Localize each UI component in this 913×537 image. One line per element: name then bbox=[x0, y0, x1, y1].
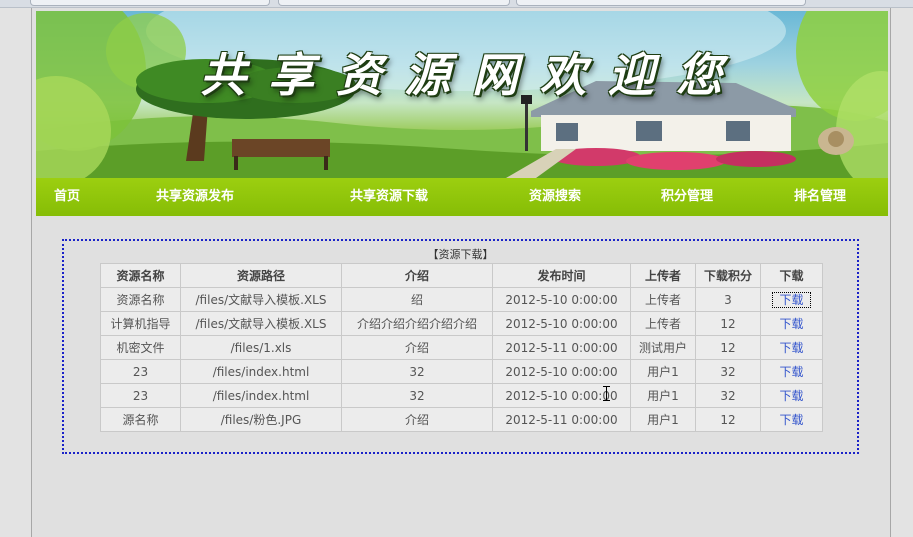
cell-uploader: 用户1 bbox=[630, 407, 696, 432]
text-cursor-icon bbox=[603, 386, 611, 401]
cell-name: 23 bbox=[100, 359, 181, 384]
cell-path: /files/粉色.JPG bbox=[180, 407, 342, 432]
cell-time: 2012-5-11 0:00:00 bbox=[492, 407, 631, 432]
cell-time: 2012-5-11 0:00:00 bbox=[492, 335, 631, 360]
cell-uploader: 用户1 bbox=[630, 359, 696, 384]
table-row: 机密文件 /files/1.xls 介绍 2012-5-11 0:00:00 测… bbox=[100, 335, 823, 360]
header-download: 下载 bbox=[760, 263, 823, 288]
download-link[interactable]: 下载 bbox=[779, 365, 803, 379]
download-link[interactable]: 下载 bbox=[772, 292, 811, 308]
cell-uploader: 用户1 bbox=[630, 383, 696, 408]
table-row: 源名称 /files/粉色.JPG 介绍 2012-5-11 0:00:00 用… bbox=[100, 407, 823, 432]
nav-resource-search[interactable]: 资源搜索 bbox=[529, 178, 581, 216]
cell-name: 计算机指导 bbox=[100, 311, 181, 336]
browser-tab[interactable] bbox=[278, 0, 510, 6]
cell-path: /files/1.xls bbox=[180, 335, 342, 360]
header-publish-time: 发布时间 bbox=[492, 263, 631, 288]
browser-tab-strip bbox=[0, 0, 913, 8]
header-resource-path: 资源路径 bbox=[180, 263, 342, 288]
cell-uploader: 上传者 bbox=[630, 287, 696, 312]
cell-points: 32 bbox=[695, 359, 761, 384]
header-intro: 介绍 bbox=[341, 263, 493, 288]
cell-uploader: 测试用户 bbox=[630, 335, 696, 360]
header-resource-name: 资源名称 bbox=[100, 263, 181, 288]
main-navbar: 首页 共享资源发布 共享资源下载 资源搜索 积分管理 排名管理 bbox=[36, 178, 888, 216]
site-banner: 共享资源网欢迎您 bbox=[36, 11, 888, 178]
panel-title: 【资源下载】 bbox=[427, 248, 494, 261]
cell-name: 源名称 bbox=[100, 407, 181, 432]
nav-resource-publish[interactable]: 共享资源发布 bbox=[156, 178, 234, 216]
table-row: 计算机指导 /files/文献导入模板.XLS 介绍介绍介绍介绍介绍 2012-… bbox=[100, 311, 823, 336]
cell-download: 下载 bbox=[760, 359, 823, 384]
cell-time: 2012-5-10 0:00:00 bbox=[492, 287, 631, 312]
cell-points: 12 bbox=[695, 335, 761, 360]
table-header-row: 资源名称 资源路径 介绍 发布时间 上传者 下载积分 下载 bbox=[100, 263, 823, 288]
header-download-points: 下载积分 bbox=[695, 263, 761, 288]
cell-path: /files/index.html bbox=[180, 383, 342, 408]
nav-points-management[interactable]: 积分管理 bbox=[661, 178, 713, 216]
cell-points: 12 bbox=[695, 311, 761, 336]
banner-title: 共享资源网欢迎您 bbox=[200, 48, 744, 102]
cell-uploader: 上传者 bbox=[630, 311, 696, 336]
download-link[interactable]: 下载 bbox=[779, 341, 803, 355]
cell-intro: 介绍 bbox=[341, 407, 493, 432]
download-link[interactable]: 下载 bbox=[779, 317, 803, 331]
cell-path: /files/index.html bbox=[180, 359, 342, 384]
cell-time: 2012-5-10 0:00:00 bbox=[492, 311, 631, 336]
browser-tab[interactable] bbox=[30, 0, 270, 6]
nav-ranking-management[interactable]: 排名管理 bbox=[794, 178, 846, 216]
cell-download: 下载 bbox=[760, 311, 823, 336]
cell-intro: 32 bbox=[341, 383, 493, 408]
cell-path: /files/文献导入模板.XLS bbox=[180, 287, 342, 312]
cell-intro: 介绍介绍介绍介绍介绍 bbox=[341, 311, 493, 336]
cell-download: 下载 bbox=[760, 383, 823, 408]
cell-points: 12 bbox=[695, 407, 761, 432]
cell-points: 32 bbox=[695, 383, 761, 408]
cell-download: 下载 bbox=[760, 407, 823, 432]
cell-intro: 绍 bbox=[341, 287, 493, 312]
cell-intro: 介绍 bbox=[341, 335, 493, 360]
table-row: 23 /files/index.html 32 2012-5-10 0:00:0… bbox=[100, 359, 823, 384]
table-row: 23 /files/index.html 32 2012-5-10 0:00:0… bbox=[100, 383, 823, 408]
browser-tab[interactable] bbox=[516, 0, 806, 6]
cell-points: 3 bbox=[695, 287, 761, 312]
table-row: 资源名称 /files/文献导入模板.XLS 绍 2012-5-10 0:00:… bbox=[100, 287, 823, 312]
nav-home[interactable]: 首页 bbox=[54, 178, 80, 216]
cell-time: 2012-5-10 0:00:00 bbox=[492, 359, 631, 384]
cell-name: 23 bbox=[100, 383, 181, 408]
download-link[interactable]: 下载 bbox=[779, 389, 803, 403]
header-uploader: 上传者 bbox=[630, 263, 696, 288]
resource-table: 资源名称 资源路径 介绍 发布时间 上传者 下载积分 下载 资源名称 /file… bbox=[100, 263, 823, 432]
cell-path: /files/文献导入模板.XLS bbox=[180, 311, 342, 336]
cell-download: 下载 bbox=[760, 335, 823, 360]
resource-download-panel: 【资源下载】 资源名称 资源路径 介绍 发布时间 上传者 下载积分 下载 资源名… bbox=[62, 239, 859, 454]
cell-name: 机密文件 bbox=[100, 335, 181, 360]
cell-download: 下载 bbox=[760, 287, 823, 312]
download-link[interactable]: 下载 bbox=[779, 413, 803, 427]
cell-intro: 32 bbox=[341, 359, 493, 384]
cell-name: 资源名称 bbox=[100, 287, 181, 312]
nav-resource-download[interactable]: 共享资源下载 bbox=[350, 178, 428, 216]
